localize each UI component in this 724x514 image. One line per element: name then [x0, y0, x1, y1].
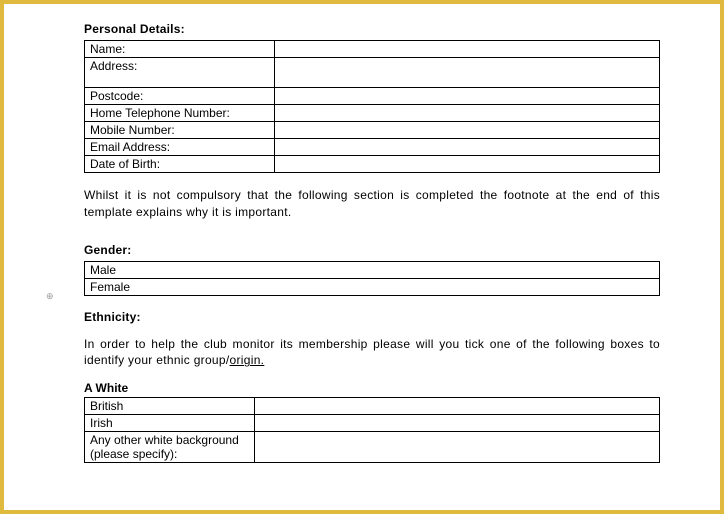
- heading-a-white: A White: [84, 381, 660, 395]
- label-name: Name:: [85, 41, 275, 58]
- label-home-telephone: Home Telephone Number:: [85, 105, 275, 122]
- table-row: Irish: [85, 415, 660, 432]
- personal-details-table: Name: Address: Postcode: Home Telephone …: [84, 40, 660, 173]
- ethnicity-white-table: British Irish Any other white background…: [84, 397, 660, 463]
- table-row: Mobile Number:: [85, 122, 660, 139]
- field-postcode[interactable]: [275, 88, 660, 105]
- label-female: Female: [85, 278, 660, 295]
- table-row: Postcode:: [85, 88, 660, 105]
- table-row: Female: [85, 278, 660, 295]
- label-email: Email Address:: [85, 139, 275, 156]
- underlined-origin: origin.: [230, 353, 265, 367]
- heading-personal-details: Personal Details:: [84, 22, 660, 36]
- table-row: Any other white background (please speci…: [85, 432, 660, 463]
- field-name[interactable]: [275, 41, 660, 58]
- label-mobile: Mobile Number:: [85, 122, 275, 139]
- document-frame: Personal Details: Name: Address: Postcod…: [0, 0, 724, 514]
- label-british: British: [85, 398, 255, 415]
- field-home-telephone[interactable]: [275, 105, 660, 122]
- table-row: Address:: [85, 58, 660, 88]
- table-row: Date of Birth:: [85, 156, 660, 173]
- label-dob: Date of Birth:: [85, 156, 275, 173]
- table-row: Male: [85, 261, 660, 278]
- table-row: British: [85, 398, 660, 415]
- label-other-white: Any other white background (please speci…: [85, 432, 255, 463]
- field-british[interactable]: [255, 398, 660, 415]
- field-mobile[interactable]: [275, 122, 660, 139]
- field-irish[interactable]: [255, 415, 660, 432]
- field-dob[interactable]: [275, 156, 660, 173]
- table-row: Home Telephone Number:: [85, 105, 660, 122]
- compulsory-note-paragraph: Whilst it is not compulsory that the fol…: [84, 187, 660, 221]
- field-email[interactable]: [275, 139, 660, 156]
- table-row: Name:: [85, 41, 660, 58]
- heading-ethnicity: Ethnicity:: [84, 310, 660, 324]
- table-row: Email Address:: [85, 139, 660, 156]
- label-male: Male: [85, 261, 660, 278]
- field-other-white[interactable]: [255, 432, 660, 463]
- ethnicity-intro-paragraph: In order to help the club monitor its me…: [84, 336, 660, 370]
- field-address[interactable]: [275, 58, 660, 88]
- gender-table: Male Female: [84, 261, 660, 296]
- anchor-icon: ⊕: [46, 291, 54, 302]
- label-address: Address:: [85, 58, 275, 88]
- heading-gender: Gender:: [84, 243, 660, 257]
- label-postcode: Postcode:: [85, 88, 275, 105]
- label-irish: Irish: [85, 415, 255, 432]
